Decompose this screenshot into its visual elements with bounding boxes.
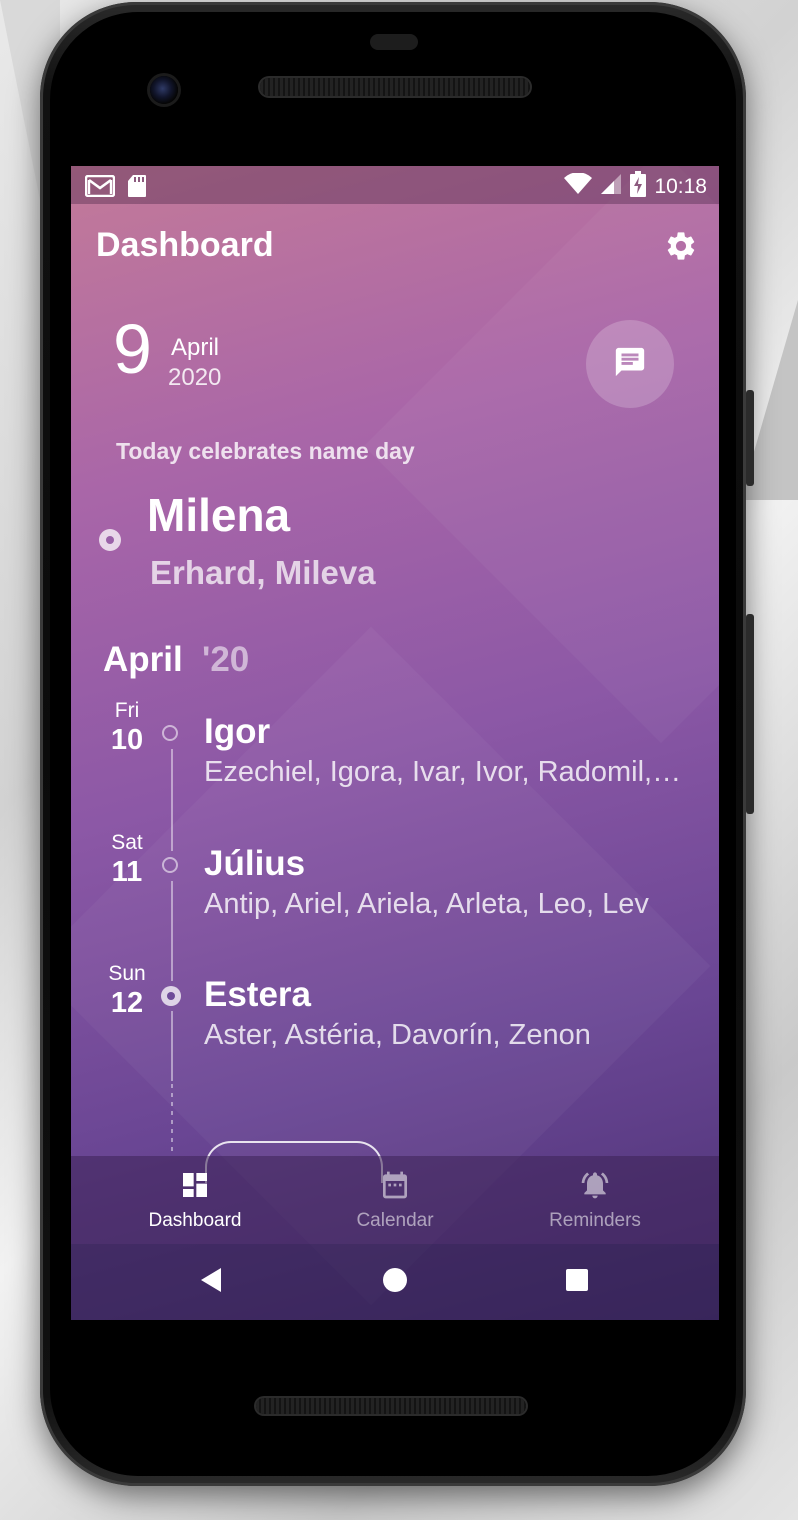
front-camera bbox=[150, 76, 178, 104]
entry-other-names: Aster, Astéria, Davorín, Zenon bbox=[204, 1019, 591, 1051]
entry-main-name: Július bbox=[204, 844, 306, 883]
timeline-line bbox=[171, 1011, 173, 1081]
volume-button bbox=[746, 614, 754, 814]
app-screen: 10:18 Dashboard 9 April 2020 Today celeb… bbox=[71, 166, 719, 1320]
home-button[interactable] bbox=[379, 1266, 411, 1298]
nav-item-calendar[interactable]: Calendar bbox=[287, 1156, 503, 1244]
day-of-week: Sun bbox=[108, 962, 146, 985]
timeline-dot bbox=[162, 857, 178, 873]
recents-button[interactable] bbox=[561, 1266, 593, 1298]
timeline-line bbox=[171, 749, 173, 851]
settings-button[interactable] bbox=[661, 228, 701, 268]
dashboard-icon bbox=[179, 1169, 211, 1206]
status-bar: 10:18 bbox=[71, 166, 719, 204]
top-speaker bbox=[260, 78, 530, 96]
signal-icon bbox=[600, 173, 622, 200]
day-number: 12 bbox=[110, 987, 144, 1019]
date-month: April bbox=[171, 334, 220, 361]
message-icon bbox=[613, 345, 647, 384]
system-navigation-bar bbox=[71, 1244, 719, 1320]
bottom-navigation: Dashboard Calendar Reminders bbox=[71, 1156, 719, 1244]
home-icon bbox=[382, 1267, 408, 1298]
month-year: '20 bbox=[202, 640, 250, 679]
battery-charging-icon bbox=[630, 171, 647, 202]
month-title: April bbox=[103, 640, 183, 679]
alarm-icon bbox=[578, 1169, 612, 1206]
nav-label: Dashboard bbox=[148, 1209, 242, 1231]
wifi-icon bbox=[564, 172, 593, 200]
message-button[interactable] bbox=[586, 320, 674, 408]
today-label: Today celebrates name day bbox=[116, 438, 415, 464]
today-marker bbox=[99, 529, 121, 551]
day-number: 10 bbox=[110, 724, 144, 756]
entry-other-names: Ezechiel, Igora, Ivar, Ivor, Radomil,… bbox=[204, 756, 682, 788]
timeline-line-dashed bbox=[171, 1084, 173, 1156]
entry-main-name: Estera bbox=[204, 975, 312, 1014]
entry-main-name: Igor bbox=[204, 712, 271, 751]
today-other-names: Erhard, Mileva bbox=[150, 554, 376, 591]
calendar-icon bbox=[379, 1169, 411, 1206]
day-of-week: Sat bbox=[111, 831, 143, 854]
today-main-name: Milena bbox=[147, 489, 291, 541]
back-icon bbox=[199, 1267, 223, 1298]
bottom-speaker bbox=[256, 1398, 526, 1414]
recents-icon bbox=[565, 1268, 589, 1297]
day-of-week: Fri bbox=[114, 699, 140, 722]
proximity-sensor bbox=[370, 34, 418, 50]
date-year: 2020 bbox=[168, 364, 222, 391]
gmail-icon bbox=[84, 174, 116, 202]
nav-label: Calendar bbox=[356, 1209, 434, 1231]
status-time: 10:18 bbox=[654, 174, 707, 198]
gear-icon bbox=[664, 229, 698, 268]
timeline-dot bbox=[162, 725, 178, 741]
power-button bbox=[746, 390, 754, 486]
page-title: Dashboard bbox=[96, 226, 274, 264]
nav-item-dashboard[interactable]: Dashboard bbox=[87, 1156, 303, 1244]
entry-other-names: Antip, Ariel, Ariela, Arleta, Leo, Lev bbox=[204, 888, 649, 920]
timeline-line bbox=[171, 881, 173, 981]
back-button[interactable] bbox=[195, 1266, 227, 1298]
nav-item-reminders[interactable]: Reminders bbox=[487, 1156, 703, 1244]
day-number: 11 bbox=[111, 856, 143, 888]
date-day: 9 bbox=[113, 310, 152, 388]
timeline-dot-active bbox=[161, 986, 181, 1006]
sd-card-icon bbox=[127, 174, 147, 203]
nav-label: Reminders bbox=[549, 1209, 641, 1231]
